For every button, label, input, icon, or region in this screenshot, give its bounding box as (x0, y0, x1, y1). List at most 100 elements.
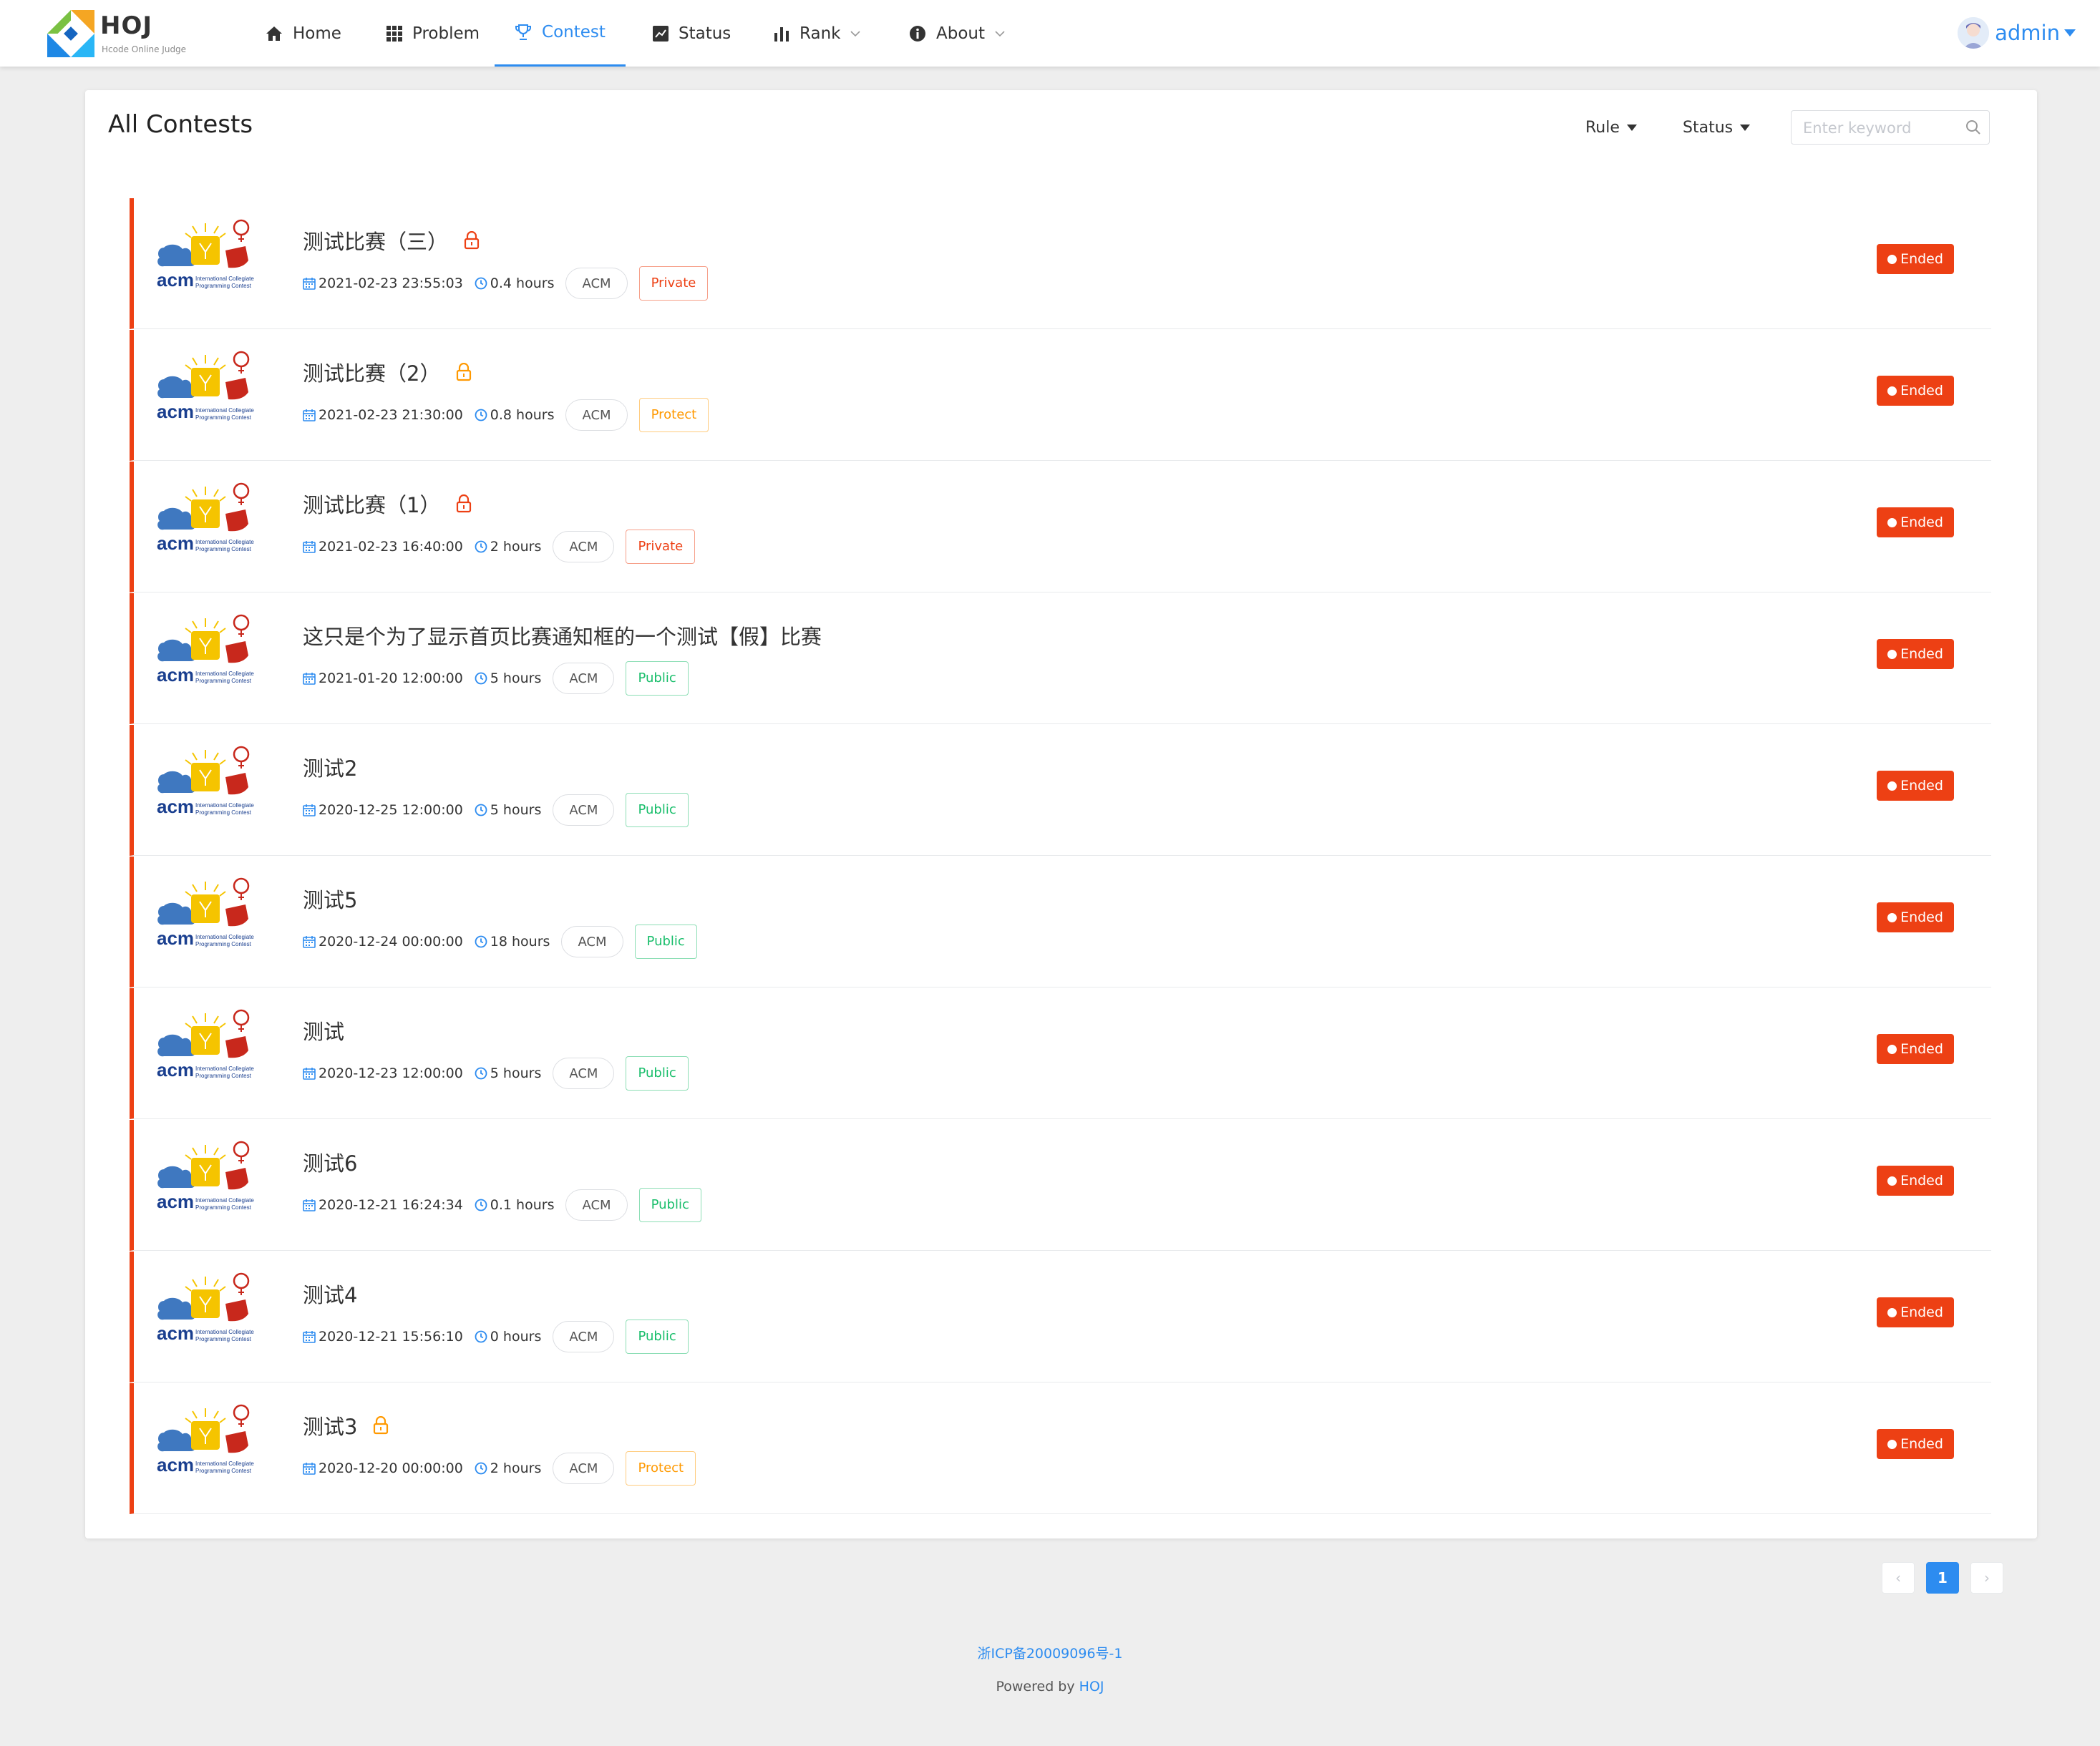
status-badge-text: Ended (1900, 514, 1943, 530)
contest-start-text: 2021-02-23 23:55:03 (319, 275, 463, 291)
contest-row: acm International Collegiate Programming… (130, 1252, 1991, 1382)
clock-icon (475, 1067, 487, 1080)
acm-icpc-logo: acm International Collegiate Programming… (157, 219, 254, 291)
search-icon[interactable] (1965, 119, 1982, 136)
contest-auth-tag: Private (626, 530, 696, 564)
contest-duration-text: 2 hours (490, 1460, 542, 1476)
contest-meta: 2021-02-23 23:55:03 0.4 hours ACM Privat… (303, 266, 709, 301)
contest-auth-tag: Public (626, 1056, 689, 1091)
svg-text:acm: acm (157, 1059, 194, 1081)
acm-icpc-logo: acm International Collegiate Programming… (157, 351, 254, 422)
contest-title-text: 测试 (303, 1020, 345, 1044)
nav-home-label: Home (293, 24, 341, 43)
pagination-next-button[interactable]: › (1970, 1562, 2003, 1594)
contest-auth-tag: Public (626, 661, 689, 696)
contest-rule-tag: ACM (565, 399, 628, 431)
powered-by-link[interactable]: HOJ (1079, 1679, 1104, 1694)
status-badge: Ended (1877, 376, 1954, 406)
contest-title-text: 测试6 (303, 1151, 358, 1176)
contest-title[interactable]: 测试比赛（1） (303, 489, 472, 519)
page-title: All Contests (108, 110, 253, 139)
contest-title[interactable]: 测试 (303, 1015, 344, 1045)
contest-list-card: All Contests Rule Status acm Internation… (85, 90, 2037, 1538)
acm-icpc-logo: acm International Collegiate Programming… (157, 482, 254, 554)
svg-text:Programming Contest: Programming Contest (195, 809, 252, 816)
status-filter-dropdown[interactable]: Status (1683, 119, 1751, 137)
contest-meta: 2021-01-20 12:00:00 5 hours ACM Public (303, 661, 689, 696)
nav-contest-label: Contest (542, 23, 606, 42)
contest-title[interactable]: 测试比赛（2） (303, 357, 472, 387)
status-badge-text: Ended (1900, 646, 1943, 662)
contest-title[interactable]: 测试6 (303, 1147, 357, 1177)
nav-about-label: About (936, 24, 986, 43)
contest-duration: 0 hours (475, 1329, 541, 1345)
search-input[interactable] (1802, 117, 1962, 140)
svg-text:International Collegiate: International Collegiate (195, 275, 254, 282)
contest-start-text: 2020-12-24 00:00:00 (319, 934, 463, 950)
pagination-prev-button[interactable]: ‹ (1882, 1562, 1915, 1594)
rule-filter-dropdown[interactable]: Rule (1585, 119, 1637, 137)
calendar-icon (303, 804, 316, 816)
svg-text:Programming Contest: Programming Contest (195, 1073, 252, 1079)
clock-icon (475, 409, 487, 421)
status-badge: Ended (1877, 507, 1954, 537)
svg-text:International Collegiate: International Collegiate (195, 539, 254, 545)
contest-title-text: 测试3 (303, 1415, 358, 1439)
svg-text:International Collegiate: International Collegiate (195, 1197, 254, 1204)
acm-icpc-logo: acm International Collegiate Programming… (157, 1272, 254, 1344)
acm-icpc-logo: acm International Collegiate Programming… (157, 1141, 254, 1212)
acm-icpc-logo: acm International Collegiate Programming… (157, 1404, 254, 1476)
contest-auth-tag: Protect (626, 1451, 696, 1486)
contest-duration-text: 0.8 hours (490, 407, 555, 423)
app-logo[interactable]: HOJ Hcode Online Judge (47, 10, 190, 57)
nav-status[interactable]: Status (653, 0, 731, 67)
contest-start: 2020-12-25 12:00:00 (303, 802, 463, 818)
icp-link[interactable]: 浙ICP备20009096号-1 (0, 1643, 2100, 1662)
contest-start: 2021-02-23 16:40:00 (303, 539, 463, 555)
contest-meta: 2020-12-21 15:56:10 0 hours ACM Public (303, 1320, 689, 1354)
nav-problem[interactable]: Problem (387, 0, 480, 67)
contest-duration-text: 5 hours (490, 670, 542, 686)
acm-icpc-logo: acm International Collegiate Programming… (157, 1009, 254, 1081)
status-badge-text: Ended (1900, 251, 1943, 267)
trophy-icon (515, 24, 532, 40)
contest-title[interactable]: 测试5 (303, 884, 357, 914)
contest-rule-tag: ACM (553, 794, 615, 826)
contest-meta: 2020-12-24 00:00:00 18 hours ACM Public (303, 925, 697, 959)
contest-rule-tag: ACM (565, 268, 628, 299)
user-menu[interactable]: admin (1958, 17, 2076, 49)
contest-rule-tag: ACM (553, 1321, 615, 1352)
app-name: HOJ (100, 11, 153, 40)
status-dot-icon (1887, 1439, 1897, 1449)
contest-title-text: 测试比赛（三） (303, 230, 449, 254)
clock-icon (475, 1330, 487, 1343)
contest-rule-tag: ACM (553, 531, 615, 562)
nav-home[interactable]: Home (266, 0, 341, 67)
contest-title[interactable]: 测试3 (303, 1410, 389, 1440)
contest-title[interactable]: 这只是个为了显示首页比赛通知框的一个测试【假】比赛 (303, 620, 822, 650)
bar-chart-icon (774, 26, 789, 42)
lock-icon (457, 363, 472, 381)
status-filter-label: Status (1683, 119, 1734, 137)
calendar-icon (303, 673, 316, 685)
contest-row: acm International Collegiate Programming… (130, 1120, 1991, 1251)
nav-contest[interactable]: Contest (495, 0, 626, 67)
contest-duration-text: 5 hours (490, 1065, 542, 1081)
contest-auth-tag: Public (626, 793, 689, 827)
contest-duration-text: 0.1 hours (490, 1197, 555, 1213)
svg-text:acm: acm (157, 401, 194, 422)
clock-icon (475, 277, 487, 290)
pagination-page-1[interactable]: 1 (1926, 1562, 1959, 1594)
avatar-image-icon (1958, 17, 1990, 49)
nav-rank[interactable]: Rank (774, 0, 861, 67)
svg-text:acm: acm (157, 927, 194, 949)
contest-title[interactable]: 测试比赛（三） (303, 225, 480, 255)
contest-start-text: 2020-12-25 12:00:00 (319, 802, 463, 818)
contest-duration: 5 hours (475, 670, 542, 686)
contest-title[interactable]: 测试2 (303, 752, 357, 782)
contest-title[interactable]: 测试4 (303, 1279, 357, 1309)
caret-down-icon (1740, 125, 1751, 131)
nav-about[interactable]: About (909, 0, 1005, 67)
contest-start-text: 2020-12-21 16:24:34 (319, 1197, 463, 1213)
status-dot-icon (1887, 386, 1897, 396)
